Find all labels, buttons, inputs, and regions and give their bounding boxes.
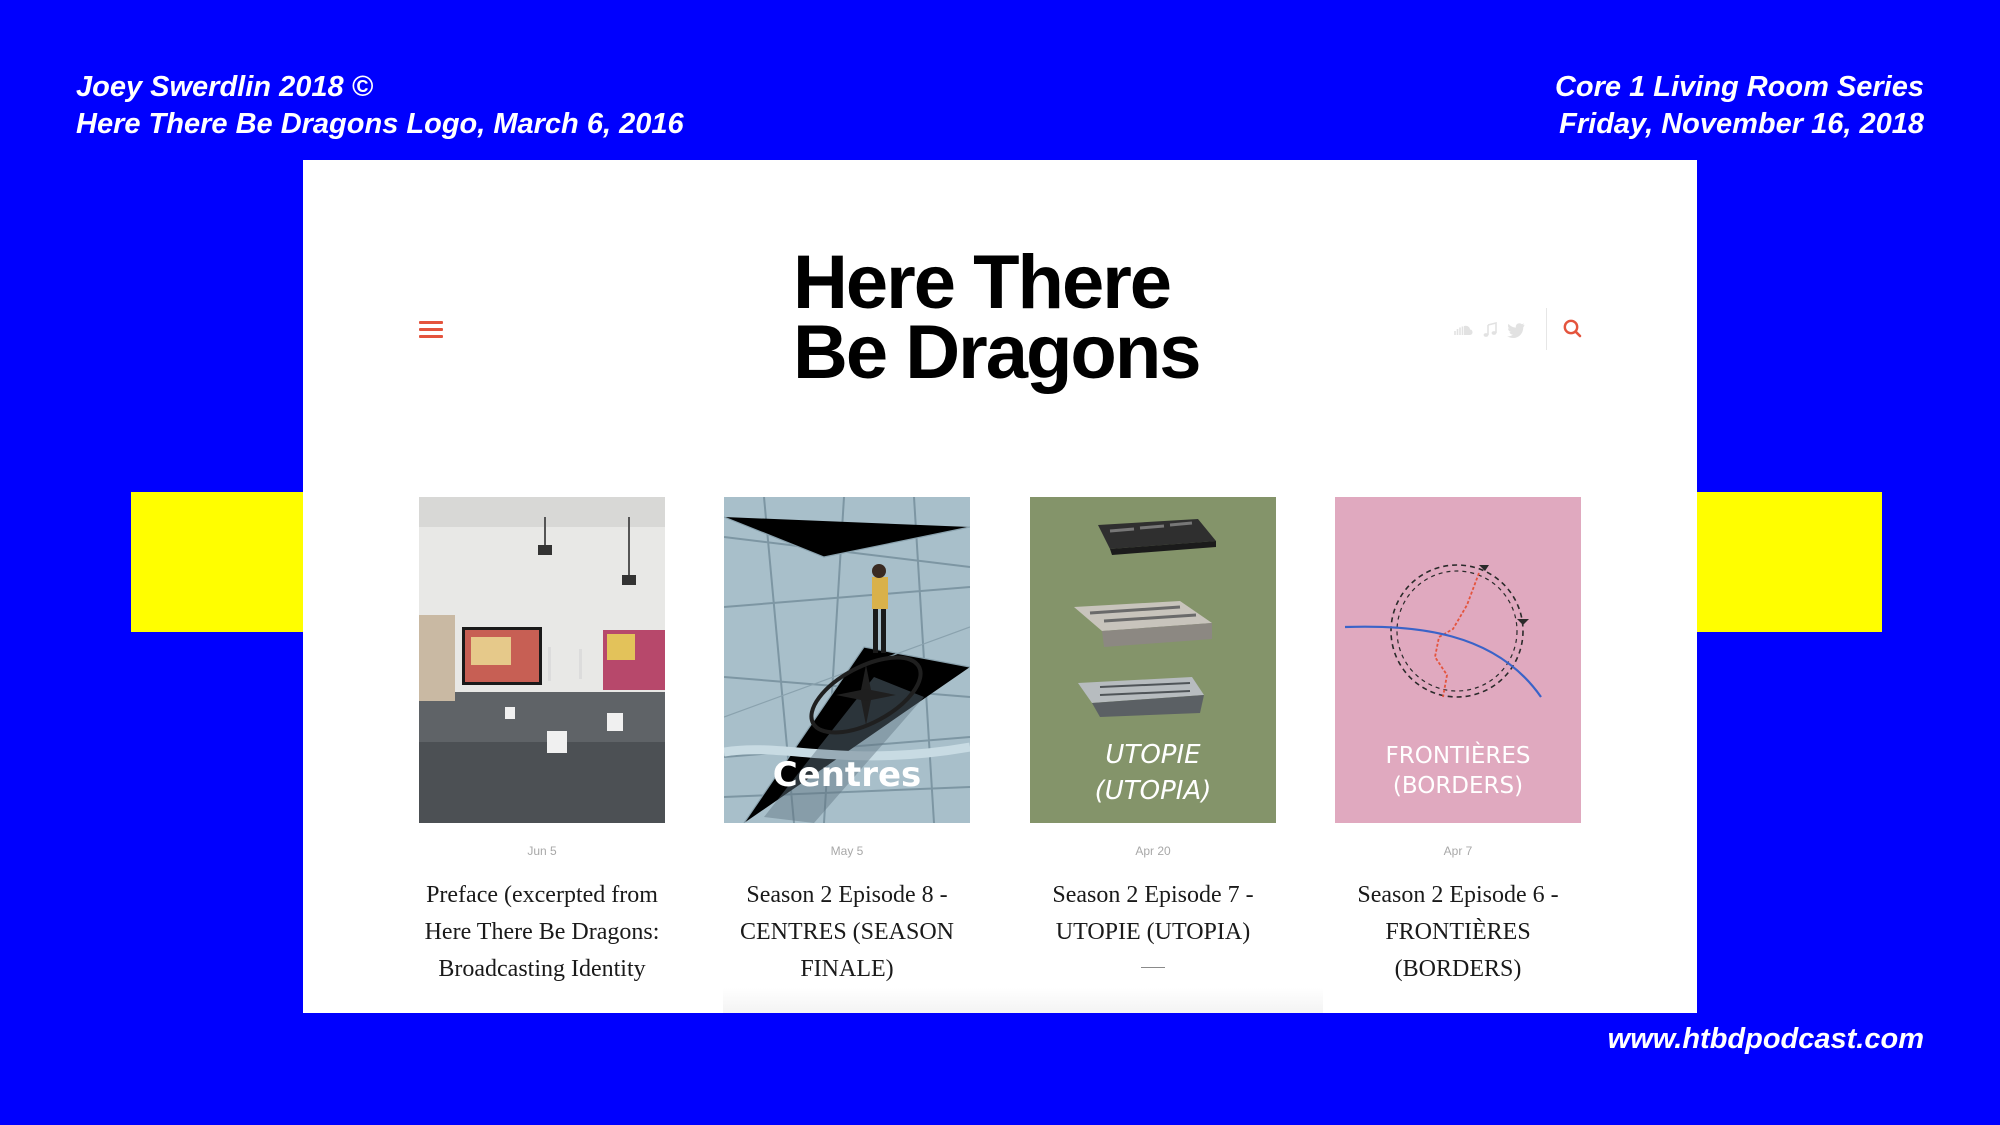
post-thumbnail[interactable]: Centres [724, 497, 970, 823]
yellow-band-left [131, 492, 304, 632]
credit-line-author: Joey Swerdlin 2018 © [76, 71, 374, 103]
post-card: UTOPIE (UTOPIA) Apr 20 Season 2 Episode … [1030, 497, 1276, 968]
credit-line-logo: Here There Be Dragons Logo, March 6, 201… [76, 108, 684, 140]
post-date: Apr 20 [1135, 844, 1171, 858]
title-dash-divider [1141, 967, 1165, 968]
website-url: www.htbdpodcast.com [1607, 1023, 1924, 1055]
post-thumbnail[interactable]: UTOPIE (UTOPIA) [1030, 497, 1276, 823]
post-thumbnail[interactable]: FRONTIÈRES (BORDERS) [1335, 497, 1581, 823]
search-icon[interactable] [1562, 318, 1584, 340]
thumbnail-label-line-2: (BORDERS) [1392, 773, 1524, 799]
post-title[interactable]: Preface (excerpted from Here There Be Dr… [419, 877, 665, 988]
slide-event: Core 1 Living Room Series Friday, Novemb… [1555, 69, 1924, 143]
post-date: May 5 [830, 844, 864, 858]
header-divider [1546, 308, 1547, 350]
post-thumbnail[interactable] [419, 497, 665, 823]
event-date: Friday, November 16, 2018 [1559, 108, 1924, 140]
post-date: Jun 5 [527, 844, 557, 858]
thumbnail-label: FRONTIÈRES (BORDERS) [1335, 741, 1581, 801]
website-screenshot: Here There Be Dragons Jun 5 Preface (exc… [303, 160, 1697, 1013]
post-card: Centres May 5 Season 2 Episode 8 - CENTR… [724, 497, 970, 988]
music-note-icon[interactable] [1482, 322, 1498, 338]
hamburger-menu-icon[interactable] [419, 320, 445, 340]
thumbnail-label-line-1: FRONTIÈRES [1385, 743, 1531, 769]
slide-credit: Joey Swerdlin 2018 © Here There Be Drago… [76, 69, 684, 143]
logo-line-1: Here There [793, 240, 1172, 325]
site-logo[interactable]: Here There Be Dragons [793, 240, 1213, 395]
gallery-photo [419, 497, 665, 823]
scroll-shade [723, 988, 1323, 1013]
event-series: Core 1 Living Room Series [1554, 71, 1924, 103]
post-date: Apr 7 [1443, 844, 1473, 858]
twitter-icon[interactable] [1507, 322, 1525, 338]
yellow-band-right [1697, 492, 1882, 632]
thumbnail-label: UTOPIE (UTOPIA) [1030, 737, 1276, 809]
social-icons [1453, 318, 1525, 342]
post-title[interactable]: Season 2 Episode 8 - CENTRES (SEASON FIN… [724, 877, 970, 988]
post-title[interactable]: Season 2 Episode 6 - FRONTIÈRES (BORDERS… [1335, 877, 1581, 988]
logo-line-2: Be Dragons [793, 310, 1202, 395]
post-card: Jun 5 Preface (excerpted from Here There… [419, 497, 665, 988]
thumbnail-label: Centres [772, 755, 922, 795]
post-title[interactable]: Season 2 Episode 7 - UTOPIE (UTOPIA) [1030, 877, 1276, 951]
thumbnail-label-line-1: UTOPIE [1105, 740, 1201, 770]
thumbnail-label-line-2: (UTOPIA) [1094, 776, 1212, 806]
soundcloud-icon[interactable] [1453, 324, 1473, 336]
post-card: FRONTIÈRES (BORDERS) Apr 7 Season 2 Epis… [1335, 497, 1581, 988]
